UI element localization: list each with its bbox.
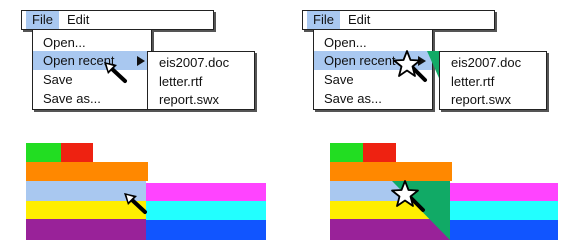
menu-edit[interactable]: Edit (342, 11, 376, 29)
green-block (330, 143, 363, 162)
right-panel: File Edit Open... Open recent Save Save … (281, 0, 562, 240)
recent-file-item[interactable]: report.swx (148, 90, 254, 109)
menu-item-label: Open recent (324, 53, 396, 68)
menu-item-open[interactable]: Open... (33, 33, 151, 52)
star-cursor-icon (393, 50, 427, 82)
menu-item-save-as[interactable]: Save as... (33, 89, 151, 108)
arrow-cursor-icon (124, 193, 147, 214)
menu-bar: File Edit (302, 10, 495, 30)
recent-files-submenu: eis2007.doc letter.rtf report.swx (439, 51, 547, 110)
menu-file[interactable]: File (26, 11, 59, 29)
menu-item-save-as[interactable]: Save as... (314, 89, 432, 108)
recent-file-item[interactable]: eis2007.doc (148, 53, 254, 72)
recent-file-item[interactable]: letter.rtf (148, 72, 254, 91)
file-menu-dropdown: Open... Open recent Save Save as... (32, 29, 152, 110)
cyan-block (146, 201, 266, 220)
star-cursor-icon (391, 180, 425, 212)
menu-item-open-recent[interactable]: Open recent (33, 51, 151, 70)
magenta-block (450, 183, 558, 201)
red-block (363, 143, 396, 162)
magenta-block (146, 183, 266, 201)
recent-files-submenu: eis2007.doc letter.rtf report.swx (147, 51, 255, 110)
recent-file-item[interactable]: letter.rtf (440, 72, 546, 91)
cyan-block (450, 201, 558, 220)
red-block (61, 143, 93, 162)
menu-item-save[interactable]: Save (33, 70, 151, 89)
recent-file-item[interactable]: eis2007.doc (440, 53, 546, 72)
blue-block (450, 220, 558, 240)
menu-bar: File Edit (21, 10, 214, 30)
orange-block (26, 162, 148, 181)
menu-file[interactable]: File (307, 11, 340, 29)
menu-edit[interactable]: Edit (61, 11, 95, 29)
purple-block (26, 219, 146, 240)
recent-file-item[interactable]: report.swx (440, 90, 546, 109)
arrow-cursor-icon (104, 62, 127, 83)
green-block (26, 143, 61, 162)
left-panel: File Edit Open... Open recent Save Save … (0, 0, 281, 240)
submenu-arrow-icon (137, 56, 145, 66)
blue-block (146, 220, 266, 240)
